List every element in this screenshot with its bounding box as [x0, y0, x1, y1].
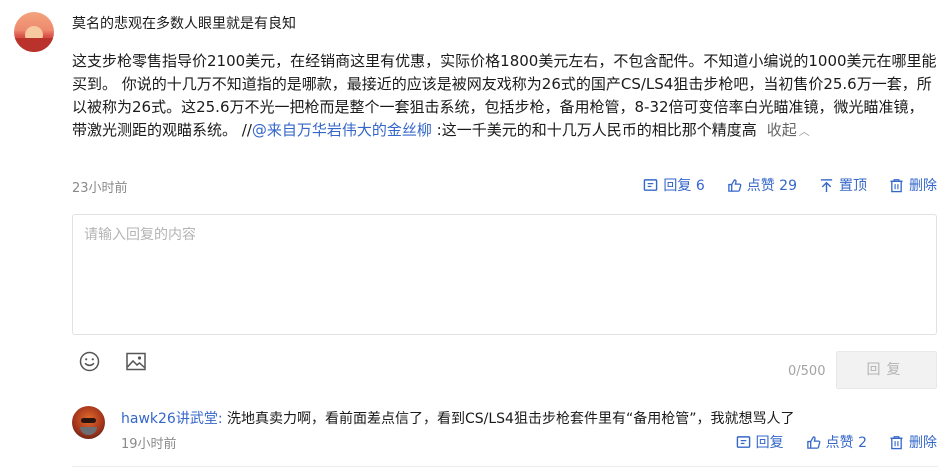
delete-action[interactable]: 删除: [889, 175, 937, 195]
comment-body: 这支步枪零售指导价2100美元，在经销商这里有优惠，实际价格1800美元左右，不…: [72, 50, 938, 143]
reply-like-action[interactable]: 点赞 2: [806, 432, 867, 452]
mention-link[interactable]: @来自万华岩伟大的金丝柳: [252, 121, 432, 139]
reply-time: 19小时前: [121, 437, 177, 452]
chevron-up-icon: ︿: [798, 125, 810, 138]
comment-time: 23小时前: [72, 181, 128, 196]
reply-delete-label: 删除: [909, 435, 937, 451]
emoji-icon[interactable]: [79, 351, 100, 372]
reply-input[interactable]: [72, 214, 937, 335]
pin-action[interactable]: 置顶: [819, 175, 867, 195]
avatar-eyes: [81, 418, 96, 423]
trash-icon: [890, 435, 903, 449]
delete-action-label: 删除: [909, 178, 937, 194]
like-action-label: 点赞 29: [746, 178, 797, 194]
thumbs-up-icon: [806, 435, 821, 449]
reply-username[interactable]: hawk26讲武堂:: [121, 411, 223, 427]
comment-icon: [736, 435, 750, 448]
comment-username[interactable]: 莫名的悲观在多数人眼里就是有良知: [72, 13, 296, 33]
reply-action[interactable]: 回复 6: [643, 175, 705, 195]
like-action[interactable]: 点赞 29: [727, 175, 797, 195]
reply-avatar[interactable]: [72, 406, 105, 439]
char-count: 0/500: [788, 364, 826, 379]
reply-reply-label: 回复: [755, 435, 784, 451]
image-icon[interactable]: [126, 352, 146, 371]
pin-top-icon: [820, 178, 833, 192]
reply-item: hawk26讲武堂: 洗地真卖力啊，看前面差点信了，看到CS/LS4狙击步枪套件…: [121, 408, 794, 428]
comment-icon: [644, 178, 658, 191]
collapse-button[interactable]: 收起 ︿: [767, 121, 810, 139]
collapse-label: 收起: [766, 121, 797, 139]
avatar[interactable]: [14, 12, 54, 52]
divider: [72, 466, 938, 467]
avatar-sea: [14, 38, 54, 52]
thumbs-up-icon: [727, 178, 742, 192]
reply-action-label: 回复 6: [663, 178, 705, 194]
reply-text: 洗地真卖力啊，看前面差点信了，看到CS/LS4狙击步枪套件里有“备用枪管”，我就…: [222, 411, 795, 427]
comment-actions: 回复 6 点赞 29 置顶 删除: [643, 175, 937, 195]
comment-text-quoted: :这一千美元的和十几万人民币的相比那个精度高: [431, 121, 757, 139]
avatar-jaw: [80, 427, 97, 435]
pin-action-label: 置顶: [839, 178, 867, 194]
submit-reply-button[interactable]: 回复: [836, 351, 937, 389]
trash-icon: [890, 178, 903, 192]
reply-like-label: 点赞 2: [825, 435, 867, 451]
reply-actions: 回复 点赞 2 删除: [736, 432, 937, 452]
reply-delete-action[interactable]: 删除: [889, 432, 937, 452]
reply-reply-action[interactable]: 回复: [736, 432, 784, 452]
